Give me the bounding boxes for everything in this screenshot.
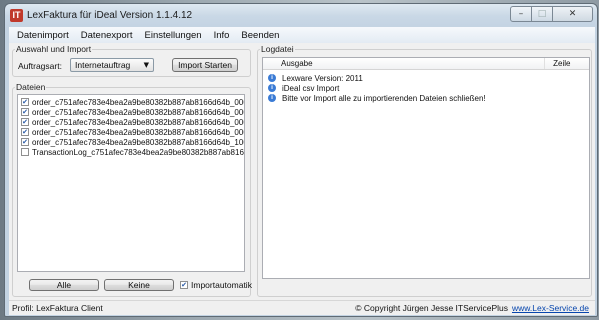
file-list-item[interactable]: ✔ order_c751afec783e4bea2a9be80382b887ab8… [18,127,244,137]
order-type-label: Auftragsart: [18,61,62,71]
menu-info[interactable]: Info [214,30,230,41]
file-rows: ✔ order_c751afec783e4bea2a9be80382b887ab8… [18,95,244,157]
chevron-down-icon: ▼ [143,61,149,69]
log-entry-text: iDeal csv Import [282,83,340,93]
menu-bar: Datenimport Datenexport Einstellungen In… [9,27,595,43]
profile-status: Profil: LexFaktura Client [12,303,103,313]
file-list-item[interactable]: ✔ order_c751afec783e4bea2a9be80382b887ab8… [18,137,244,147]
file-checkbox[interactable]: ✔ [21,118,29,126]
file-list-item[interactable]: ✔ order_c751afec783e4bea2a9be80382b887ab8… [18,117,244,127]
window-controls: – □ ✕ [510,6,593,22]
file-list-item[interactable]: ✔ order_c751afec783e4bea2a9be80382b887ab8… [18,107,244,117]
log-entry[interactable]: i iDeal csv Import [263,83,589,93]
file-name: order_c751afec783e4bea2a9be80382b887ab81… [32,107,245,117]
log-table-header: Ausgabe Zeile [263,58,589,70]
window-title: LexFaktura für iDeal Version 1.1.4.12 [27,10,193,21]
copyright-text: © Copyright Jürgen Jesse ITServicePlus [355,303,508,313]
log-entry[interactable]: i Bitte vor Import alle zu importierenden… [263,93,589,103]
file-list-item[interactable]: ✔ order_c751afec783e4bea2a9be80382b887ab8… [18,97,244,107]
title-bar[interactable]: IT LexFaktura für iDeal Version 1.1.4.12… [5,4,597,27]
info-icon: i [268,84,276,92]
col-header-output[interactable]: Ausgabe [263,58,546,69]
close-button[interactable]: ✕ [553,6,593,22]
order-type-select[interactable]: Internetauftrag ▼ [70,58,154,72]
log-rows: i Lexware Version: 2011 i iDeal csv Import i… [263,70,589,103]
file-list[interactable]: ✔ order_c751afec783e4bea2a9be80382b887ab8… [17,94,245,272]
menu-beenden[interactable]: Beenden [241,30,279,41]
file-checkbox[interactable] [21,148,29,156]
main-content: Auswahl und Import Auftragsart: Internet… [9,43,595,300]
file-name: order_c751afec783e4bea2a9be80382b887ab81… [32,117,245,127]
col-header-line[interactable]: Zeile [545,58,589,69]
file-list-item[interactable]: TransactionLog_c751afec783e4bea2a9be8038… [18,147,244,157]
auto-import-label: Importautomatik [191,280,252,290]
status-bar: Profil: LexFaktura Client © Copyright Jü… [9,300,595,315]
file-name: order_c751afec783e4bea2a9be80382b887ab81… [32,97,245,107]
file-name: TransactionLog_c751afec783e4bea2a9be8038… [32,147,245,157]
file-checkbox[interactable]: ✔ [21,108,29,116]
file-checkbox[interactable]: ✔ [21,138,29,146]
maximize-icon: □ [537,9,547,19]
info-icon: i [268,94,276,102]
file-checkbox[interactable]: ✔ [21,128,29,136]
auto-import-option[interactable]: ✔ Importautomatik [177,280,252,290]
file-checkbox[interactable]: ✔ [21,98,29,106]
select-all-button[interactable]: Alle [29,279,99,291]
files-group-title: Dateien [15,82,47,92]
minimize-button[interactable]: – [510,6,532,22]
file-name: order_c751afec783e4bea2a9be80382b887ab81… [32,127,245,137]
log-entry-text: Lexware Version: 2011 [282,73,363,83]
file-name: order_c751afec783e4bea2a9be80382b887ab81… [32,137,245,147]
info-icon: i [268,74,276,82]
log-table[interactable]: Ausgabe Zeile i Lexware Version: 2011 i iDe… [262,57,590,279]
website-link[interactable]: www.Lex-Service.de [512,303,589,313]
order-type-value: Internetauftrag [75,60,131,70]
app-window: IT LexFaktura für iDeal Version 1.1.4.12… [4,3,598,317]
log-entry[interactable]: i Lexware Version: 2011 [263,73,589,83]
menu-datenexport[interactable]: Datenexport [81,30,133,41]
log-entry-text: Bitte vor Import alle zu importierenden … [282,93,486,103]
log-group-title: Logdatei [260,44,295,54]
menu-einstellungen[interactable]: Einstellungen [145,30,202,41]
auto-import-checkbox[interactable]: ✔ [180,281,188,289]
import-group-title: Auswahl und Import [15,44,93,54]
close-icon: ✕ [568,9,577,19]
import-start-button[interactable]: Import Starten [172,58,238,72]
select-none-button[interactable]: Keine [104,279,174,291]
minimize-icon: – [518,9,524,19]
maximize-button[interactable]: □ [532,6,553,22]
menu-datenimport[interactable]: Datenimport [17,30,69,41]
app-icon[interactable]: IT [10,9,23,22]
